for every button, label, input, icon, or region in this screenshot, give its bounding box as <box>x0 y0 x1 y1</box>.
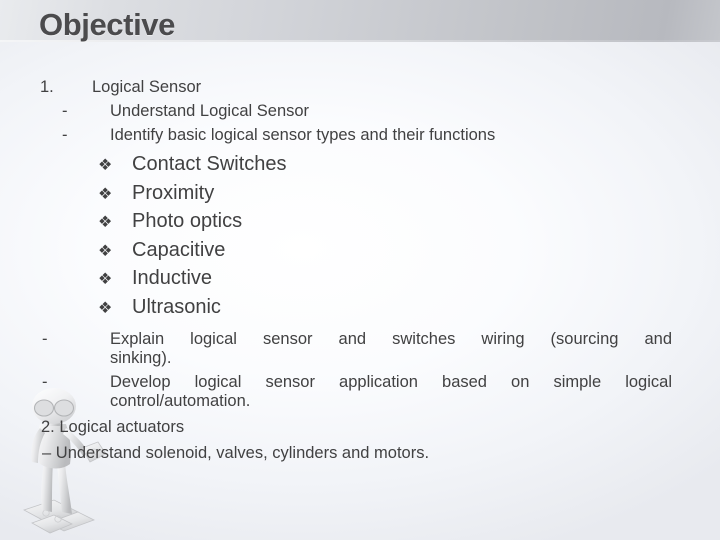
outline-item-1-number: 1. <box>40 78 54 96</box>
slide: Objective 1. Logical Sensor - Understand… <box>0 0 720 540</box>
outline-sub-5-marker: – <box>42 444 52 462</box>
outline-sub-3-line-1: Explain logical sensor and switches wiri… <box>110 330 672 348</box>
list-item: ❖ Contact Switches <box>98 150 398 179</box>
list-item-label: Contact Switches <box>132 153 287 175</box>
outline-sub-3-marker: - <box>42 330 48 348</box>
outline-sub-4: - Develop logical sensor application bas… <box>42 373 672 411</box>
outline-item-1: 1. Logical Sensor <box>40 76 201 98</box>
outline-sub-2-label: Identify basic logical sensor types and … <box>110 126 496 144</box>
diamond-bullet-icon: ❖ <box>98 214 113 231</box>
outline-sub-5: – Understand solenoid, valves, cylinders… <box>42 442 429 464</box>
slide-body: 1. Logical Sensor - Understand Logical Sen… <box>0 42 720 540</box>
diamond-bullet-icon: ❖ <box>98 271 113 288</box>
outline-sub-1-label: Understand Logical Sensor <box>110 102 310 120</box>
outline-sub-4-line-1: Develop logical sensor application based… <box>110 373 672 391</box>
outline-sub-3-line-2: sinking). <box>110 349 172 367</box>
outline-sub-1: - Understand Logical Sensor <box>62 100 309 122</box>
list-item: ❖ Photo optics <box>98 207 398 236</box>
outline-item-1-label: Logical Sensor <box>92 78 202 96</box>
outline-sub-3: - Explain logical sensor and switches wi… <box>42 330 672 368</box>
outline-sub-1-marker: - <box>62 102 68 120</box>
outline-sub-2: - Identify basic logical sensor types and… <box>62 124 495 146</box>
outline-sub-4-line-2: control/automation. <box>110 392 251 410</box>
diamond-bullet-icon: ❖ <box>98 242 113 260</box>
outline-item-2-label: Logical actuators <box>59 418 185 436</box>
diamond-bullet-icon: ❖ <box>98 157 113 174</box>
outline-item-2-number: 2. <box>41 418 55 436</box>
page-title: Objective <box>39 7 175 42</box>
outline-item-2: 2. Logical actuators <box>41 416 184 438</box>
outline-sub-5-label: Understand solenoid, valves, cylinders a… <box>55 444 430 462</box>
list-item: ❖ Capacitive <box>98 236 398 265</box>
list-item-label: Proximity <box>132 181 215 204</box>
list-item-label: Capacitive <box>132 238 226 261</box>
list-item-label: Ultrasonic <box>132 295 221 318</box>
list-item: ❖ Inductive <box>98 264 398 293</box>
list-item-label: Inductive <box>132 267 213 289</box>
list-item: ❖ Ultrasonic <box>98 293 398 322</box>
outline-sub-2-marker: - <box>62 126 68 144</box>
diamond-bullet-icon: ❖ <box>98 185 113 203</box>
list-item: ❖ Proximity <box>98 179 398 208</box>
list-item-label: Photo optics <box>132 210 243 232</box>
outline-sub-4-marker: - <box>42 373 48 391</box>
diamond-bullet-icon: ❖ <box>98 299 113 317</box>
sensor-type-list: ❖ Contact Switches ❖ Proximity ❖ Photo o… <box>98 150 398 321</box>
